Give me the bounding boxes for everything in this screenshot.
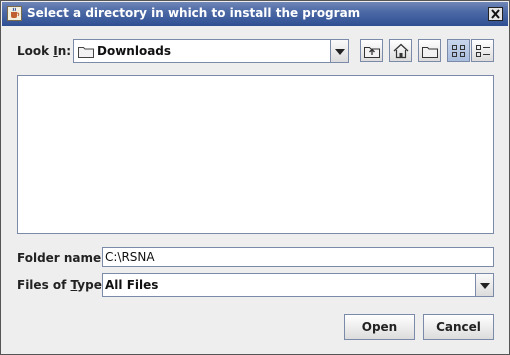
- look-in-value: Downloads: [97, 44, 172, 58]
- file-list[interactable]: [17, 75, 494, 234]
- folder-name-label: Folder name:: [17, 251, 106, 265]
- look-in-label-suffix: n:: [57, 44, 72, 58]
- java-cup-icon: [7, 6, 22, 21]
- look-in-label-prefix: Look: [17, 44, 54, 58]
- close-icon[interactable]: [488, 7, 503, 21]
- new-folder-button[interactable]: [418, 39, 441, 62]
- folder-icon: [78, 45, 94, 61]
- chevron-down-icon[interactable]: [330, 40, 348, 62]
- up-one-level-button[interactable]: [360, 39, 383, 62]
- folder-name-field[interactable]: [102, 247, 494, 267]
- file-chooser-dialog: Select a directory in which to install t…: [0, 0, 510, 355]
- cancel-button[interactable]: Cancel: [423, 314, 494, 340]
- files-of-type-label: Files of Type:: [17, 278, 107, 292]
- files-of-type-combo[interactable]: All Files: [102, 273, 494, 297]
- files-of-type-label-prefix: Files of: [17, 278, 71, 292]
- details-view-button[interactable]: [471, 39, 494, 62]
- files-of-type-value: All Files: [105, 278, 159, 292]
- open-button[interactable]: Open: [344, 314, 415, 340]
- home-button[interactable]: [389, 39, 412, 62]
- look-in-label: Look In:: [17, 44, 71, 58]
- chevron-down-icon[interactable]: [475, 274, 493, 296]
- list-view-button[interactable]: [447, 39, 470, 62]
- dialog-title: Select a directory in which to install t…: [27, 6, 361, 20]
- look-in-combo[interactable]: Downloads: [73, 39, 349, 63]
- title-bar[interactable]: Select a directory in which to install t…: [2, 2, 508, 26]
